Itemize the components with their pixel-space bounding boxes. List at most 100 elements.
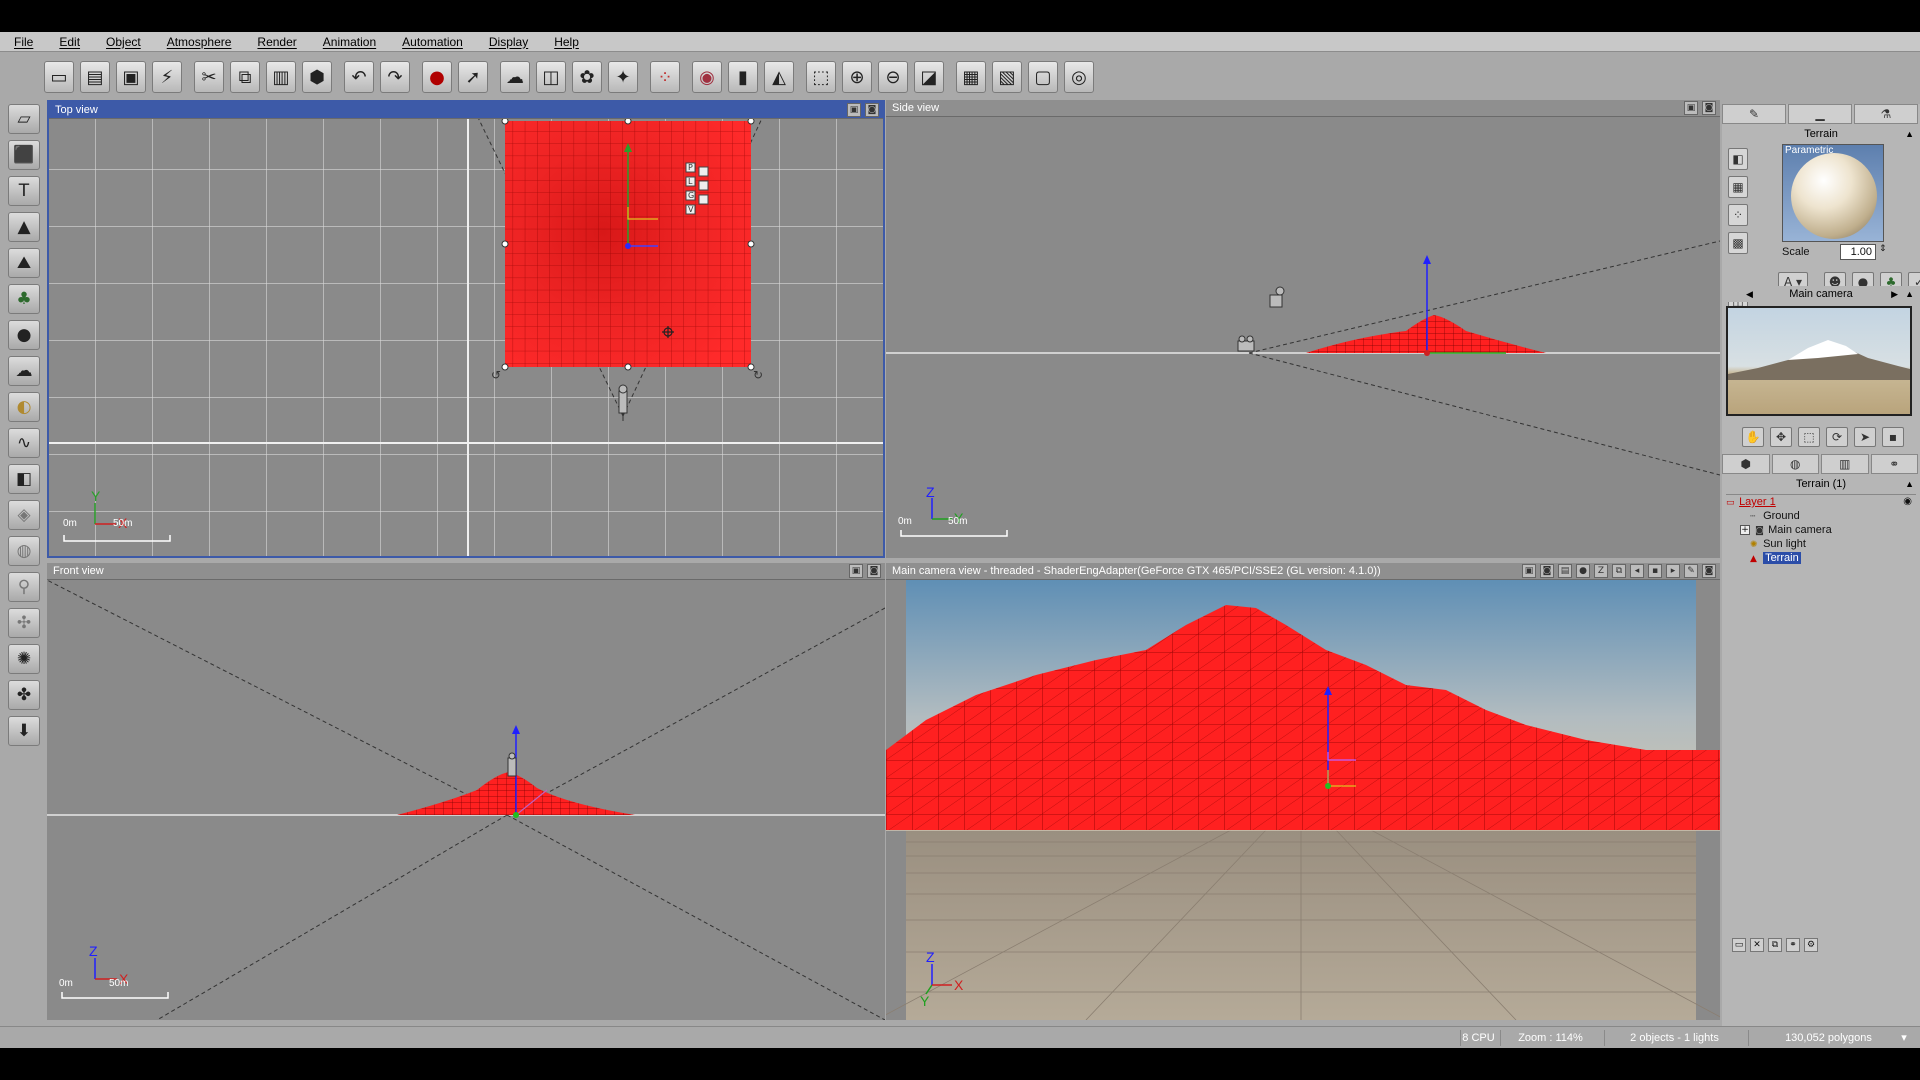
eyedropper-icon[interactable]: ⚗ xyxy=(1854,104,1918,124)
mirror-icon[interactable]: ◭ xyxy=(764,61,794,93)
front-viewport[interactable]: Front view ▣ ◙ Z X 0m 50m xyxy=(47,563,885,1020)
plant-icon[interactable]: ✿ xyxy=(572,61,602,93)
status-dropdown-icon[interactable]: ▾ xyxy=(1896,1030,1912,1046)
viewport-maximize-icon[interactable]: ◙ xyxy=(865,103,879,117)
new-icon[interactable]: ▭ xyxy=(44,61,74,93)
fit-icon[interactable]: ◪ xyxy=(914,61,944,93)
viewport-maximize-icon[interactable]: ◙ xyxy=(867,564,881,578)
hand-icon[interactable]: ✋ xyxy=(1742,427,1764,447)
camera-icon[interactable]: ◎ xyxy=(1064,61,1094,93)
links-tab-icon[interactable]: ⚭ xyxy=(1870,454,1918,474)
cloud-tool-icon[interactable]: ☁ xyxy=(8,356,40,386)
camera-preview[interactable] xyxy=(1726,306,1912,416)
collapse-arrow-icon[interactable]: ▲ xyxy=(1905,476,1914,492)
menu-animation[interactable]: Animation xyxy=(323,35,376,49)
gray-tool-1-icon[interactable]: ◈ xyxy=(8,500,40,530)
tree-row-terrain[interactable]: ▲ Terrain xyxy=(1726,551,1916,565)
render-settings-icon[interactable]: ◙ xyxy=(1540,564,1554,578)
options-icon[interactable]: ⚙ xyxy=(1804,938,1818,952)
film-icon[interactable]: ▦ xyxy=(956,61,986,93)
settings-icon[interactable]: ✎ xyxy=(1684,564,1698,578)
paste-icon[interactable]: ▥ xyxy=(266,61,296,93)
save-view-icon[interactable]: ▪ xyxy=(1882,427,1904,447)
curve-tool-icon[interactable]: ∿ xyxy=(8,428,40,458)
delete-icon[interactable]: ✕ xyxy=(1750,938,1764,952)
scale-spinner-icon[interactable]: ⇕ xyxy=(1879,244,1887,254)
group-icon[interactable]: ⧉ xyxy=(1768,938,1782,952)
menu-render[interactable]: Render xyxy=(257,35,296,49)
layers-tab-icon[interactable]: ▥ xyxy=(1821,454,1869,474)
rock-tool-icon[interactable]: ● xyxy=(8,320,40,350)
camera-viewport[interactable]: Main camera view - threaded - ShaderEngA… xyxy=(886,563,1720,1020)
tree-row-main-camera[interactable]: + ◙ Main camera xyxy=(1726,523,1916,537)
stop-icon[interactable]: ▪ xyxy=(1648,564,1662,578)
tree-row-layer[interactable]: ▭ Layer 1 ◉ xyxy=(1726,495,1916,509)
wand-icon[interactable]: ✦ xyxy=(608,61,638,93)
viewport-options-icon[interactable]: ▣ xyxy=(847,103,861,117)
menu-help[interactable]: Help xyxy=(554,35,579,49)
link-icon[interactable]: ⚭ xyxy=(1786,938,1800,952)
select-icon[interactable]: ➚ xyxy=(458,61,488,93)
camera-prev-icon[interactable]: ◀ xyxy=(1746,286,1753,302)
planet-tool-icon[interactable]: ◐ xyxy=(8,392,40,422)
pan-icon[interactable]: ✥ xyxy=(1770,427,1792,447)
viewport-options-icon[interactable]: ▣ xyxy=(1684,101,1698,115)
rotate-icon[interactable]: ⟳ xyxy=(1826,427,1848,447)
viewport-maximize-icon[interactable]: ◙ xyxy=(1702,564,1716,578)
frame-select-icon[interactable]: ⬚ xyxy=(1798,427,1820,447)
redo-icon[interactable]: ↷ xyxy=(380,61,410,93)
export-tool-icon[interactable]: ⬇ xyxy=(8,716,40,746)
brush-icon[interactable]: ✎ xyxy=(1722,104,1786,124)
record-icon[interactable]: ● xyxy=(422,61,452,93)
zoom-in-icon[interactable]: ⊕ xyxy=(842,61,872,93)
previous-icon[interactable]: ◂ xyxy=(1630,564,1644,578)
new-layer-icon[interactable]: ▭ xyxy=(1732,938,1746,952)
menu-object[interactable]: Object xyxy=(106,35,141,49)
film-strip-icon[interactable]: ▤ xyxy=(1558,564,1572,578)
open-icon[interactable]: ▤ xyxy=(80,61,110,93)
side-viewport[interactable]: Side view ▣ ◙ Z Y 0m 50m xyxy=(886,100,1720,558)
expand-icon[interactable]: + xyxy=(1740,525,1750,536)
tree-row-sun-light[interactable]: ✺ Sun light xyxy=(1726,537,1916,551)
checker-icon[interactable]: ▦ xyxy=(1728,176,1748,198)
zoom-out-icon[interactable]: ⊖ xyxy=(878,61,908,93)
z-mode-icon[interactable]: Z xyxy=(1594,564,1608,578)
eye-icon[interactable]: ◉ xyxy=(1903,495,1912,509)
save-icon[interactable]: ▣ xyxy=(116,61,146,93)
copy-icon[interactable]: ⧉ xyxy=(230,61,260,93)
spheres-icon[interactable]: ⁘ xyxy=(650,61,680,93)
undo-icon[interactable]: ↶ xyxy=(344,61,374,93)
terrain-tool-icon[interactable]: ▲ xyxy=(8,212,40,242)
next-icon[interactable]: ▸ xyxy=(1666,564,1680,578)
collapse-arrow-icon[interactable]: ▲ xyxy=(1905,126,1914,142)
mountain-tool-icon[interactable]: ⛰ xyxy=(8,248,40,278)
ruler-icon[interactable]: ▁ xyxy=(1788,104,1852,124)
copy-icon[interactable]: ⧉ xyxy=(1612,564,1626,578)
menu-display[interactable]: Display xyxy=(489,35,528,49)
menu-atmosphere[interactable]: Atmosphere xyxy=(167,35,232,49)
light-tool-icon[interactable]: ✺ xyxy=(8,644,40,674)
viewport-options-icon[interactable]: ▣ xyxy=(849,564,863,578)
fan-tool-icon[interactable]: ✤ xyxy=(8,680,40,710)
gray-tool-3-icon[interactable]: ⚲ xyxy=(8,572,40,602)
top-viewport[interactable]: Top view ▣ ◙ P L G V ↺ ↻ Y X 0m 50m xyxy=(47,100,885,558)
cloud-icon[interactable]: ☁ xyxy=(500,61,530,93)
clapper-icon[interactable]: ▧ xyxy=(992,61,1022,93)
object-tool-icon[interactable]: ◧ xyxy=(8,464,40,494)
object-icon[interactable]: ⬢ xyxy=(302,61,332,93)
globe-icon[interactable]: ◉ xyxy=(692,61,722,93)
tree-tool-icon[interactable]: ♣ xyxy=(8,284,40,314)
material-preview[interactable]: Parametric xyxy=(1782,144,1884,242)
cube-tool-icon[interactable]: ⬛ xyxy=(8,140,40,170)
bar-icon[interactable]: ▮ xyxy=(728,61,758,93)
collapse-arrow-icon[interactable]: ▲ xyxy=(1905,286,1914,302)
viewport-maximize-icon[interactable]: ◙ xyxy=(1702,101,1716,115)
dots-icon[interactable]: ⁘ xyxy=(1728,204,1748,226)
cut-icon[interactable]: ✂ xyxy=(194,61,224,93)
render-options-icon[interactable]: ▣ xyxy=(1522,564,1536,578)
tree-row-ground[interactable]: ┄ Ground xyxy=(1726,509,1916,523)
text-tool-icon[interactable]: T xyxy=(8,176,40,206)
record-icon[interactable]: ● xyxy=(1576,564,1590,578)
gray-tool-2-icon[interactable]: ◍ xyxy=(8,536,40,566)
camera-next-icon[interactable]: ▶ xyxy=(1891,286,1898,302)
